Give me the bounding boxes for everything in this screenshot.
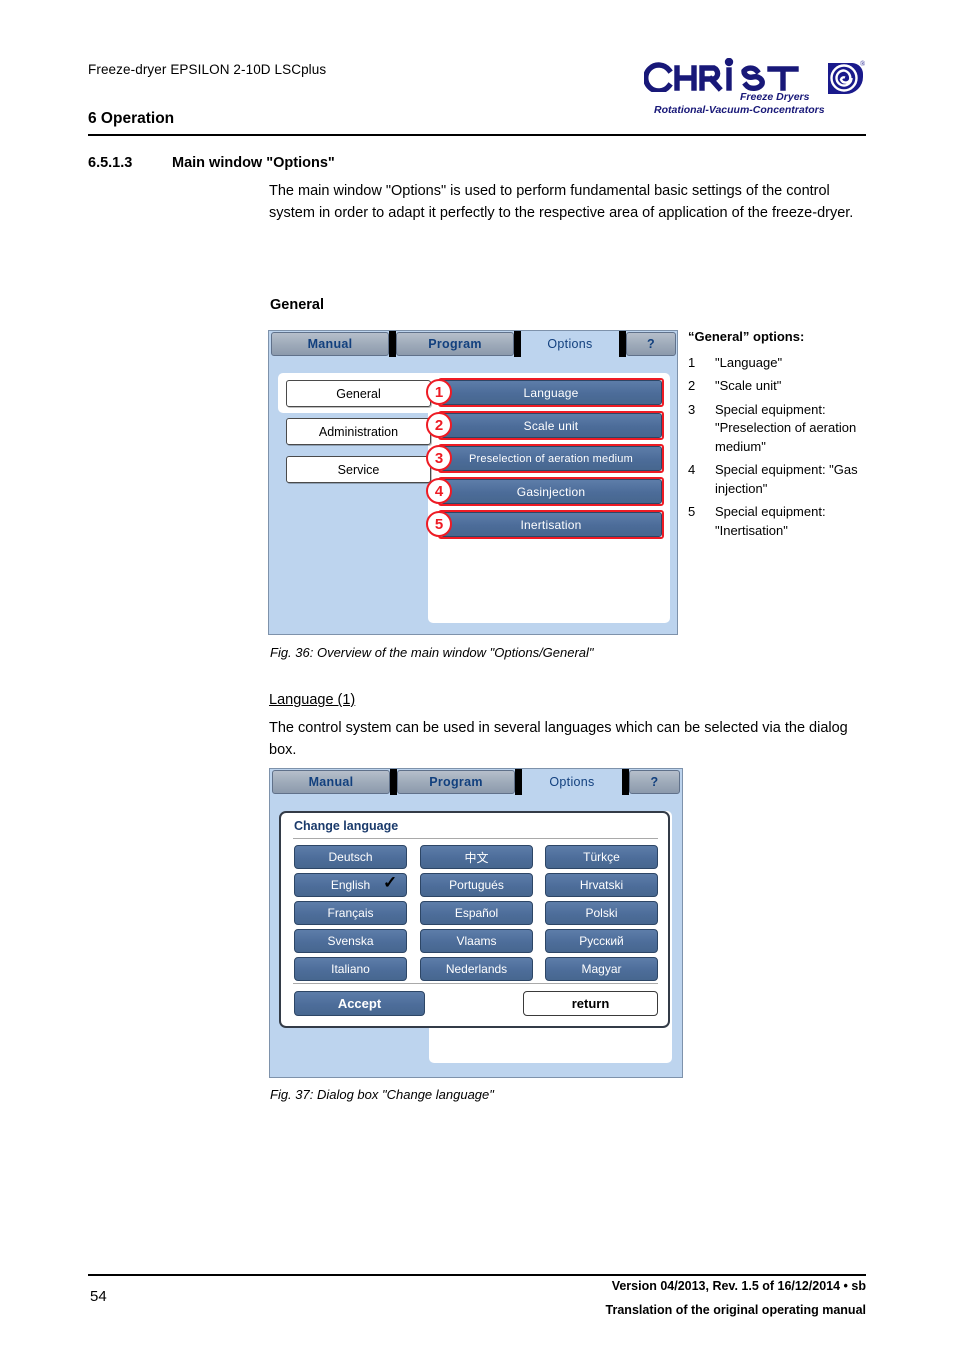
dialog-title: Change language	[294, 819, 399, 833]
option-button-language[interactable]: Language	[440, 380, 662, 405]
tab-help[interactable]: ?	[629, 770, 680, 794]
legend-index: 3	[688, 401, 696, 417]
language-button-deutsch[interactable]: Deutsch	[294, 845, 407, 869]
footer-translation-note: Translation of the original operating ma…	[605, 1303, 866, 1317]
fig36-tabbar: Manual Program Options ?	[269, 331, 677, 357]
section-number: 6.5.1.3	[88, 155, 133, 171]
tab-separator	[389, 331, 396, 357]
dialog-footer-divider	[293, 983, 658, 984]
language-button-turkce[interactable]: Türkçe	[545, 845, 658, 869]
option-row-scale-unit: Scale unit 2	[426, 411, 664, 440]
option-button-preselection-aeration-medium[interactable]: Preselection of aeration medium	[440, 446, 662, 471]
language-button-hrvatski[interactable]: Hrvatski	[545, 873, 658, 897]
option-row-gasinjection: Gasinjection 4	[426, 477, 664, 506]
figure-37-change-language-dialog: Manual Program Options ? Change language…	[269, 768, 683, 1078]
tab-program[interactable]: Program	[397, 770, 515, 794]
language-paragraph: The control system can be used in severa…	[269, 720, 848, 758]
nav-button-service[interactable]: Service	[286, 456, 431, 483]
nav-button-administration[interactable]: Administration	[286, 418, 431, 445]
change-language-dialog: Change language Deutsch 中文 Türkçe Englis…	[279, 811, 670, 1028]
legend-item-1: 1 "Language"	[688, 354, 868, 373]
option-button-inertisation[interactable]: Inertisation	[440, 512, 662, 537]
language-button-nederlands[interactable]: Nederlands	[420, 957, 533, 981]
option-row-language: Language 1	[426, 378, 664, 407]
legend-text: Special equipment: "Preselection of aera…	[715, 401, 857, 454]
legend-title: “General” options:	[688, 329, 805, 344]
general-subheading: General	[270, 297, 324, 313]
language-button-polski[interactable]: Polski	[545, 901, 658, 925]
legend-item-5: 5 Special equipment: "Inertisation"	[688, 503, 868, 540]
figure-36-options-general-window: Manual Program Options ? General Adminis…	[268, 330, 678, 635]
legend-text: "Language"	[715, 354, 783, 370]
selected-language-check-icon: ✓	[383, 873, 398, 892]
language-subheading: Language (1)	[269, 692, 356, 708]
legend-text: Special equipment: "Gas injection"	[715, 462, 858, 496]
tab-separator	[515, 769, 522, 795]
registered-mark-icon: ®	[860, 60, 866, 68]
tab-options[interactable]: Options	[521, 332, 619, 356]
language-button-magyar[interactable]: Magyar	[545, 957, 658, 981]
section-intro-paragraph: The main window "Options" is used to per…	[269, 183, 854, 221]
figure-37-caption: Fig. 37: Dialog box "Change language"	[270, 1087, 494, 1102]
callout-number-4: 4	[426, 478, 452, 504]
legend-index: 2	[688, 378, 696, 393]
tab-separator	[622, 769, 629, 795]
accept-button[interactable]: Accept	[294, 991, 425, 1016]
nav-button-general[interactable]: General	[286, 380, 431, 407]
language-button-russian[interactable]: Русский	[545, 929, 658, 953]
chapter-heading: 6 Operation	[88, 110, 175, 127]
legend-item-4: 4 Special equipment: "Gas injection"	[688, 461, 868, 498]
language-button-italiano[interactable]: Italiano	[294, 957, 407, 981]
figure-36-legend: “General” options: 1 "Language" 2 "Scale…	[688, 328, 868, 545]
christ-wordmark-icon	[644, 58, 799, 92]
section-title: Main window "Options"	[172, 155, 335, 171]
dialog-title-divider	[293, 838, 658, 839]
footer-version: Version 04/2013, Rev. 1.5 of 16/12/2014 …	[611, 1279, 866, 1293]
callout-number-1: 1	[426, 379, 452, 405]
page-number: 54	[90, 1288, 107, 1305]
language-button-portugues[interactable]: Portugués	[420, 873, 533, 897]
christ-spiral-emblem-icon: ®	[828, 60, 866, 94]
tab-manual[interactable]: Manual	[272, 770, 390, 794]
option-button-gasinjection[interactable]: Gasinjection	[440, 479, 662, 504]
tab-separator	[514, 331, 521, 357]
tab-separator	[619, 331, 626, 357]
language-button-vlaams[interactable]: Vlaams	[420, 929, 533, 953]
legend-text: "Scale unit"	[715, 378, 782, 393]
fig37-tabbar: Manual Program Options ?	[270, 769, 682, 795]
language-button-svenska[interactable]: Svenska	[294, 929, 407, 953]
legend-item-3: 3 Special equipment: "Preselection of ae…	[688, 401, 868, 457]
legend-index: 5	[688, 504, 696, 519]
page-header: Freeze-dryer EPSILON 2-10D LSCplus 6 Ope…	[88, 58, 866, 138]
callout-number-2: 2	[426, 412, 452, 438]
callout-number-5: 5	[426, 511, 452, 537]
language-button-espanol[interactable]: Español	[420, 901, 533, 925]
legend-text: Special equipment: "Inertisation"	[715, 504, 826, 538]
fig36-content-panel: General Administration Service Language …	[278, 373, 670, 623]
header-divider	[88, 134, 866, 136]
legend-item-2: 2 "Scale unit"	[688, 377, 868, 396]
tab-program[interactable]: Program	[396, 332, 514, 356]
option-row-preselection-aeration-medium: Preselection of aeration medium 3	[426, 444, 664, 473]
option-button-scale-unit[interactable]: Scale unit	[440, 413, 662, 438]
logo-tagline-2: Rotational-Vacuum-Concentrators	[654, 104, 825, 116]
language-button-francais[interactable]: Français	[294, 901, 407, 925]
figure-36-caption: Fig. 36: Overview of the main window "Op…	[270, 645, 594, 660]
option-row-inertisation: Inertisation 5	[426, 510, 664, 539]
return-button[interactable]: return	[523, 991, 658, 1016]
callout-number-3: 3	[426, 445, 452, 471]
tab-separator	[390, 769, 397, 795]
legend-index: 1	[688, 354, 696, 370]
footer-divider	[88, 1274, 866, 1276]
legend-index: 4	[688, 462, 696, 477]
language-button-chinese[interactable]: 中文	[420, 845, 533, 869]
christ-logo: ® Freeze Dryers Rotational-Vacuum-Concen…	[644, 58, 866, 120]
logo-tagline-1: Freeze Dryers	[740, 91, 810, 103]
running-title: Freeze-dryer EPSILON 2-10D LSCplus	[88, 62, 327, 77]
tab-options[interactable]: Options	[522, 770, 622, 794]
tab-manual[interactable]: Manual	[271, 332, 389, 356]
tab-help[interactable]: ?	[626, 332, 676, 356]
